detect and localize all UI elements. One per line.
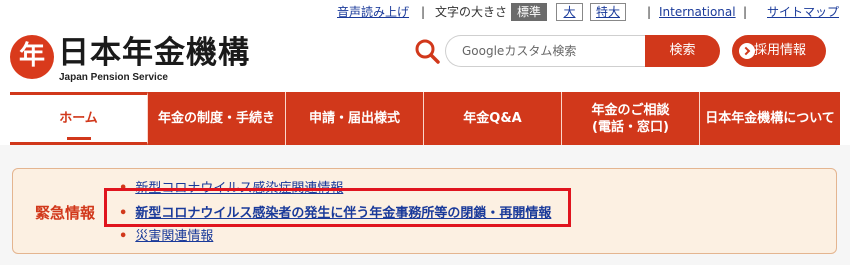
font-size-large-button[interactable]: 大 (556, 3, 583, 21)
international-link[interactable]: International (659, 4, 736, 20)
site-logo-subtitle: Japan Pension Service (59, 72, 168, 83)
search-icon (415, 39, 440, 64)
bullet-icon: • (119, 229, 128, 244)
nav-pension-qa[interactable]: 年金Q&A (424, 92, 562, 145)
font-size-xlarge-button[interactable]: 特大 (590, 3, 626, 21)
logo-mark-icon[interactable]: 年 (10, 35, 54, 79)
separator: | (743, 5, 748, 19)
utility-bar: 音声読み上げ | 文字の大きさ 標準 大 特大 | International … (0, 0, 850, 26)
separator: | (647, 5, 652, 19)
recruit-button-label: 採用情報 (754, 43, 807, 58)
emergency-link[interactable]: 災害関連情報 (135, 229, 213, 244)
nav-home[interactable]: ホーム (10, 92, 148, 145)
logo-mark-glyph: 年 (18, 41, 45, 71)
emergency-item[interactable]: • 災害関連情報 (119, 225, 213, 244)
nav-about[interactable]: 日本年金機構について (700, 92, 840, 145)
emergency-label: 緊急情報 (35, 204, 96, 222)
font-size-label: 文字の大きさ (435, 5, 508, 19)
nav-application-forms[interactable]: 申請・届出様式 (286, 92, 424, 145)
search-input[interactable] (446, 36, 645, 66)
search-button[interactable]: 検索 (645, 35, 720, 67)
sitemap-link[interactable]: サイトマップ (767, 4, 839, 20)
read-aloud-link[interactable]: 音声読み上げ (337, 4, 409, 20)
font-size-standard-button[interactable]: 標準 (511, 3, 547, 21)
separator: | (421, 5, 426, 19)
global-nav: ホーム 年金の制度・手続き 申請・届出様式 年金Q&A 年金のご相談 (電話・窓… (10, 92, 840, 145)
recruit-button[interactable]: 採用情報 (732, 35, 826, 67)
site-logo-title[interactable]: 日本年金機構 (58, 33, 250, 73)
search-box (445, 35, 645, 67)
nav-consultation[interactable]: 年金のご相談 (電話・窓口) (562, 92, 700, 145)
chevron-right-icon (739, 43, 755, 59)
highlight-frame (104, 188, 571, 227)
nav-pension-system[interactable]: 年金の制度・手続き (148, 92, 286, 145)
